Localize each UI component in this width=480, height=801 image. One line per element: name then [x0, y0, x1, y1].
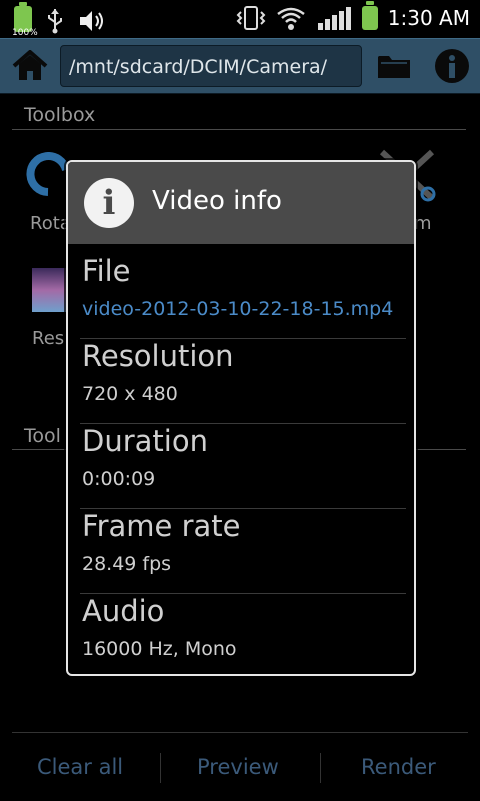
row-label: File [82, 254, 131, 288]
path-text: /mnt/sdcard/DCIM/Camera/ [69, 56, 328, 78]
status-bar: 100% 1:30 AM [0, 0, 480, 38]
toolbar: /mnt/sdcard/DCIM/Camera/ [0, 38, 480, 94]
resize-thumbnail[interactable] [32, 268, 68, 312]
dialog-title: Video info [152, 186, 282, 216]
bottom-bar: Clear all Preview Render [12, 732, 468, 801]
row-label: Frame rate [82, 509, 241, 543]
section-divider [12, 129, 466, 130]
folder-button[interactable] [366, 39, 422, 93]
row-value: 28.49 fps [82, 553, 172, 575]
row-value: video-2012-03-10-22-18-15.mp4 [82, 298, 394, 320]
zoom-label: m [414, 213, 432, 234]
usb-icon [48, 9, 62, 34]
render-button[interactable]: Render [361, 755, 436, 779]
rotate-label: Rota [30, 213, 71, 234]
dialog-title-bar: i Video info [68, 162, 414, 244]
wifi-icon [277, 7, 305, 30]
battery-indicator: 100% [12, 2, 38, 38]
video-info-dialog: i Video info File video-2012-03-10-22-18… [66, 160, 416, 676]
vibrate-icon [236, 6, 266, 30]
rotate-icon[interactable] [26, 152, 70, 198]
info-button[interactable] [424, 39, 480, 93]
clock: 1:30 AM [387, 6, 470, 30]
resize-label: Res [32, 328, 65, 349]
signal-icon [317, 7, 351, 30]
clear-all-button[interactable]: Clear all [37, 755, 123, 779]
toolbox-header: Toolbox [24, 104, 96, 126]
row-label: Resolution [82, 339, 234, 373]
row-value: 720 x 480 [82, 383, 178, 405]
row-label: Audio [82, 594, 165, 628]
home-icon [12, 50, 48, 80]
preview-button[interactable]: Preview [197, 755, 279, 779]
tools-header: Tool [24, 425, 61, 447]
home-button[interactable] [2, 39, 58, 93]
volume-icon [80, 11, 103, 31]
row-value: 16000 Hz, Mono [82, 638, 237, 660]
folder-icon [378, 56, 410, 78]
info-icon [435, 49, 469, 83]
battery-full-icon [361, 1, 378, 30]
bottom-separator [320, 753, 321, 783]
path-field[interactable]: /mnt/sdcard/DCIM/Camera/ [60, 45, 362, 87]
row-label: Duration [82, 424, 208, 458]
battery-percent: 100% [12, 28, 38, 38]
bottom-separator [160, 753, 161, 783]
info-icon: i [84, 178, 134, 228]
row-value: 0:00:09 [82, 468, 156, 490]
